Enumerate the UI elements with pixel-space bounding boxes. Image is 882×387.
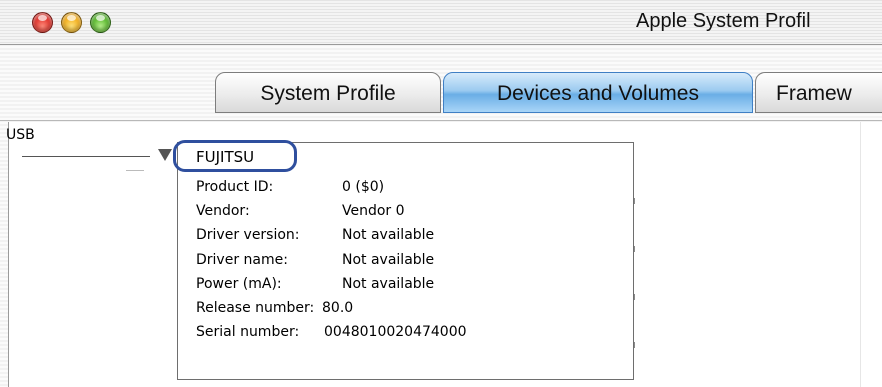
property-value: Not available — [342, 275, 435, 292]
tab-frameworks[interactable]: Framew — [755, 72, 882, 113]
panel-tick-mark — [634, 246, 635, 252]
property-row-release-number: Release number: 80.0 — [196, 299, 626, 323]
tab-divider — [0, 120, 882, 121]
property-key: Product ID: — [196, 179, 274, 195]
property-row-driver-name: Driver name: Not available — [196, 251, 626, 275]
disclosure-triangle-icon[interactable] — [158, 149, 172, 161]
panel-tick-mark — [634, 198, 635, 204]
property-row-vendor: Vendor: Vendor 0 — [196, 202, 626, 226]
window-title: Apple System Profil — [636, 10, 811, 32]
property-key: Vendor: — [196, 203, 250, 220]
property-key: Driver name: — [196, 251, 288, 268]
property-value: 0048010020474000 — [324, 324, 467, 341]
property-value: 0 ($0) — [342, 179, 385, 195]
tab-bar: System Profile Devices and Volumes Frame… — [0, 44, 882, 122]
property-key: Release number: — [196, 299, 315, 316]
tree-connector-stub — [126, 170, 144, 171]
system-profiler-window: Apple System Profil System Profile Devic… — [0, 0, 882, 387]
tree-connector-line — [22, 156, 150, 157]
minimize-button-icon[interactable] — [61, 12, 82, 33]
property-key: Driver version: — [196, 227, 300, 244]
property-value: Vendor 0 — [342, 203, 405, 220]
property-key: Power (mA): — [196, 275, 282, 292]
property-value: Not available — [342, 251, 435, 268]
usb-bus-label: USB — [6, 127, 35, 143]
tab-system-profile[interactable]: System Profile — [215, 72, 441, 113]
device-properties-list: Product ID: 0 ($0) Vendor: Vendor 0 Driv… — [196, 178, 626, 347]
close-button-icon[interactable] — [32, 12, 53, 33]
property-row-product-id: Product ID: 0 ($0) — [196, 178, 626, 202]
panel-tick-mark — [634, 342, 635, 348]
property-value: Not available — [342, 227, 435, 244]
property-row-power: Power (mA): Not available — [196, 275, 626, 299]
content-right-edge — [860, 122, 861, 387]
property-row-driver-version: Driver version: Not available — [196, 226, 626, 250]
panel-tick-mark — [634, 294, 635, 300]
property-row-serial-number: Serial number: 0048010020474000 — [196, 323, 626, 347]
tab-devices-and-volumes[interactable]: Devices and Volumes — [443, 72, 753, 113]
zoom-button-icon[interactable] — [90, 12, 111, 33]
property-value: 80.0 — [322, 299, 354, 316]
title-bar[interactable]: Apple System Profil — [0, 0, 882, 45]
device-name-highlight — [173, 140, 297, 172]
property-key: Serial number: — [196, 324, 300, 341]
